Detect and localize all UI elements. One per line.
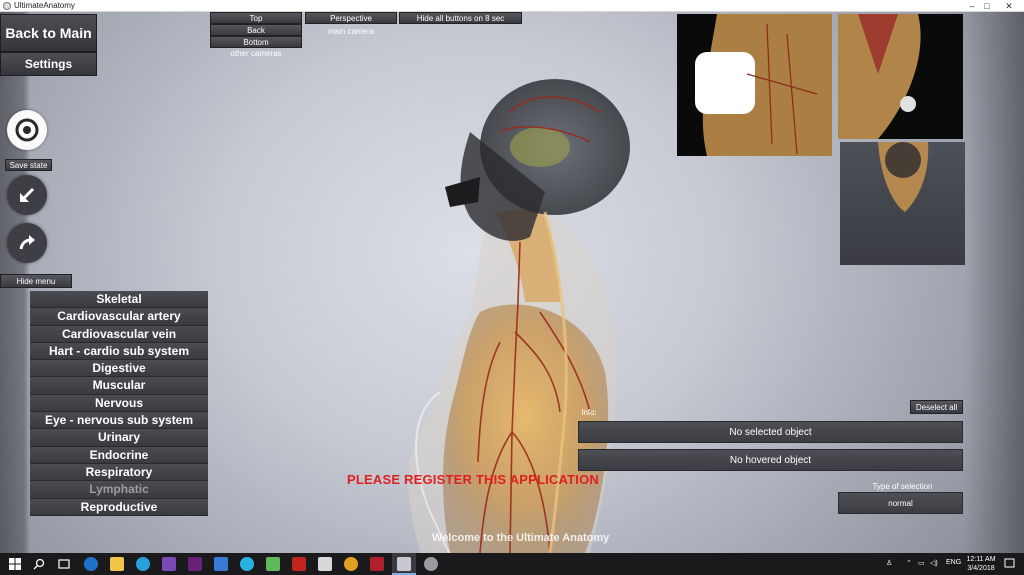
network-icon[interactable]: ▭ [918, 559, 925, 567]
undo-button[interactable] [7, 175, 47, 215]
system-toggle-button[interactable]: Eye - nervous sub system [30, 412, 208, 430]
task-view-icon[interactable] [58, 558, 70, 570]
deselect-all-button[interactable]: Deselect all [910, 400, 963, 414]
network-app-icon[interactable] [136, 557, 150, 571]
camera-view-1[interactable] [677, 14, 832, 156]
camera-view-2[interactable] [838, 14, 963, 139]
register-notice: PLEASE REGISTER THIS APPLICATION [347, 472, 599, 487]
chrome-icon[interactable] [344, 557, 358, 571]
system-toggle-button[interactable]: Hart - cardio sub system [30, 342, 208, 361]
camera-view-3[interactable] [840, 142, 965, 265]
anatomy-3d-viewport[interactable]: Back to Main Settings Save state Hide me… [0, 12, 1024, 553]
volume-icon[interactable]: ◁) [930, 559, 938, 567]
ultimate-anatomy-taskbar-icon[interactable] [397, 557, 411, 571]
notifications-icon[interactable] [1004, 558, 1015, 569]
start-icon[interactable] [9, 558, 21, 570]
save-state-label[interactable]: Save state [5, 159, 52, 171]
browser-app-icon[interactable] [240, 557, 254, 571]
taskbar-clock[interactable]: 12:11 AM 3/4/2018 [962, 555, 1000, 573]
system-toggle-button[interactable]: Lymphatic [30, 481, 208, 499]
system-toggle-button[interactable]: Respiratory [30, 463, 208, 482]
window-titlebar: UltimateAnatomy – □ ✕ [0, 0, 1024, 12]
settings-button[interactable]: Settings [0, 52, 97, 76]
undo-arrow-icon [20, 187, 35, 202]
camera-view-3-render [878, 142, 929, 212]
hide-menu-button[interactable]: Hide menu [0, 274, 72, 288]
edge-icon[interactable] [84, 557, 98, 571]
clock-date: 3/4/2018 [967, 565, 995, 572]
mail-icon[interactable] [318, 557, 332, 571]
system-toggle-button[interactable]: Cardiovascular vein [30, 325, 208, 343]
selected-object-display: No selected object [578, 421, 963, 443]
dota-icon[interactable] [370, 557, 384, 571]
welcome-text: Welcome to the Ultimate Anatomy [432, 532, 610, 544]
hovered-object-display: No hovered object [578, 449, 963, 471]
file-explorer-icon[interactable] [110, 557, 124, 571]
visual-studio-2-icon[interactable] [188, 557, 202, 571]
type-of-selection-label: Type of selection [872, 482, 933, 491]
system-toggle-button[interactable]: Nervous [30, 394, 208, 413]
camera-top-button[interactable]: Top [210, 12, 302, 24]
chevron-up-icon[interactable]: ⌃ [906, 559, 912, 567]
disc-icon [15, 118, 39, 142]
system-toggle-button[interactable]: Skeletal [30, 291, 208, 309]
system-toggle-button[interactable]: Reproductive [30, 498, 208, 516]
system-toggle-button[interactable]: Muscular [30, 377, 208, 395]
app-icon [3, 2, 11, 10]
redo-button[interactable] [7, 223, 47, 263]
system-toggle-button[interactable]: Endocrine [30, 446, 208, 464]
type-of-selection-value[interactable]: normal [838, 492, 963, 514]
clock-time: 12:11 AM [966, 556, 996, 563]
close-button[interactable]: ✕ [994, 0, 1024, 12]
filezilla-icon[interactable] [292, 557, 306, 571]
back-to-main-button[interactable]: Back to Main [0, 14, 97, 52]
perspective-button[interactable]: Perspective [305, 12, 397, 24]
system-toggle-button[interactable]: Cardiovascular artery [30, 308, 208, 326]
other-cameras-label: other cameras [230, 49, 282, 58]
info-label: Info: [581, 408, 597, 417]
language-indicator[interactable]: ENG [946, 559, 961, 566]
hide-all-buttons-button[interactable]: Hide all buttons on 8 sec [399, 12, 522, 24]
camera-view-2-render [838, 14, 921, 139]
people-icon[interactable]: ♙ [886, 559, 892, 567]
system-toggle-button[interactable]: Urinary [30, 429, 208, 447]
camera-bottom-button[interactable]: Bottom [210, 36, 302, 48]
camera-view-1-render [695, 14, 832, 156]
search-icon[interactable] [33, 558, 45, 570]
document-app-icon[interactable] [214, 557, 228, 571]
notepad-plus-icon[interactable] [266, 557, 280, 571]
misc-app-icon[interactable] [424, 557, 438, 571]
main-camera-label: main camera [327, 27, 375, 36]
save-state-button[interactable] [7, 110, 47, 150]
camera-back-button[interactable]: Back [210, 24, 302, 36]
redo-arrow-icon [19, 235, 35, 250]
visual-studio-icon[interactable] [162, 557, 176, 571]
systems-list: Skeletal Cardiovascular artery Cardiovascu… [30, 291, 208, 516]
window-title: UltimateAnatomy [14, 1, 75, 10]
system-toggle-button[interactable]: Digestive [30, 360, 208, 378]
windows-taskbar: ♙ ⌃ ▭ ◁) ENG 12:11 AM 3/4/2018 [0, 553, 1024, 575]
